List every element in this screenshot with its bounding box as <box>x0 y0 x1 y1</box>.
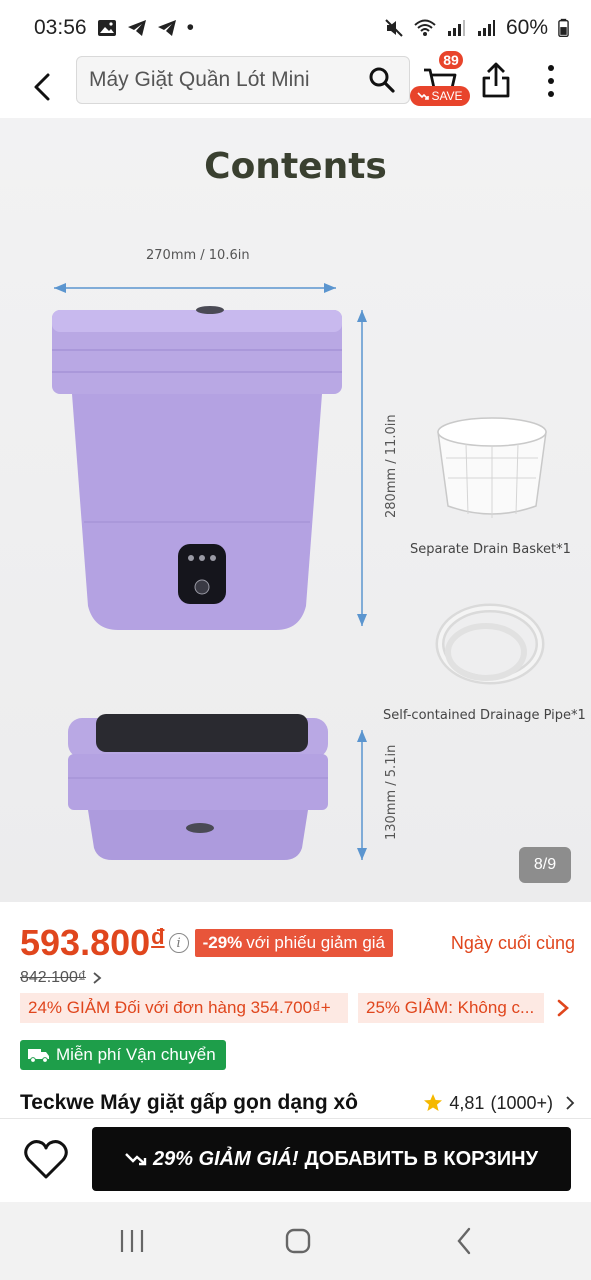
telegram-icon-2 <box>157 20 176 36</box>
chevron-right-icon <box>93 972 102 984</box>
recent-apps-icon <box>120 1230 144 1252</box>
signal-icon <box>447 20 465 36</box>
accessory-label-basket: Separate Drain Basket*1 <box>410 542 571 557</box>
system-nav-bar <box>0 1202 591 1280</box>
image-counter: 8/9 <box>519 847 571 883</box>
status-bar: 03:56 • 60% <box>0 0 591 56</box>
more-dot <box>548 91 554 97</box>
original-price-row[interactable]: 842.100₫ <box>20 966 102 990</box>
star-icon <box>424 1094 443 1111</box>
info-icon[interactable]: i <box>168 933 189 953</box>
accessory-label-pipe: Self-contained Drainage Pipe*1 <box>383 708 586 723</box>
rating-value: 4,81 <box>449 1092 485 1113</box>
chevron-right-icon <box>566 1096 575 1110</box>
cart-count-badge: 89 <box>438 50 464 70</box>
nav-back-icon <box>457 1227 471 1255</box>
wishlist-button[interactable] <box>22 1137 70 1181</box>
product-image-carousel[interactable]: Contents 270mm / 10.6in 280mm / 11.0in 1… <box>0 118 591 902</box>
folded-height-dimension-label: 130mm / 5.1in <box>384 744 399 840</box>
gallery-icon <box>97 20 116 36</box>
search-input[interactable]: Máy Giặt Quần Lót Mini <box>76 56 410 104</box>
price-row: 593.800 đ i -29% với phiếu giảm giá Ngày… <box>20 918 575 968</box>
add-to-cart-button[interactable]: 29% GIẢM GIÁ! ДОБАВИТЬ В КОРЗИНУ <box>92 1127 571 1191</box>
chevron-right-icon[interactable] <box>556 998 570 1018</box>
coupon-tag[interactable]: 25% GIẢM: Không c... <box>358 993 544 1023</box>
product-title: Teckwe Máy giặt gấp gọn dạng xô <box>20 1091 358 1114</box>
signal-icon-2 <box>477 20 495 36</box>
back-arrow-icon <box>34 73 50 101</box>
discount-pill: -29% với phiếu giảm giá <box>194 929 394 957</box>
product-title-row[interactable]: Teckwe Máy giặt gấp gọn dạng xô 4,81 (10… <box>20 1088 575 1118</box>
battery-icon <box>558 18 569 37</box>
trend-down-icon <box>125 1153 147 1166</box>
back-button[interactable] <box>22 64 62 110</box>
trend-down-icon <box>417 92 430 100</box>
search-header: Máy Giặt Quần Lót Mini 89 SAVE <box>0 50 591 118</box>
wifi-icon <box>414 19 436 36</box>
status-time: 03:56 <box>34 16 87 39</box>
coupon-tag[interactable]: 24% GIẢM Đối với đơn hàng 354.700₫+ <box>20 993 348 1023</box>
original-price: 842.100₫ <box>20 969 87 986</box>
telegram-icon <box>127 20 146 36</box>
recent-apps-button[interactable] <box>112 1226 152 1256</box>
bottom-action-bar: 29% GIẢM GIÁ! ДОБАВИТЬ В КОРЗИНУ <box>0 1118 591 1202</box>
sale-price: 593.800 <box>20 922 151 963</box>
search-icon[interactable] <box>367 65 397 95</box>
truck-icon <box>28 1049 49 1063</box>
save-label: SAVE <box>431 89 463 103</box>
product-illustration <box>52 283 547 860</box>
more-dot <box>548 65 554 71</box>
search-query: Máy Giặt Quần Lót Mini <box>89 68 310 91</box>
last-day-label: Ngày cuối cùng <box>450 932 575 953</box>
price-currency: đ <box>151 924 165 949</box>
more-dot <box>548 78 554 84</box>
home-button[interactable] <box>278 1226 318 1256</box>
more-options-button[interactable] <box>536 60 566 102</box>
shipping-label: Miễn phí Vận chuyển <box>56 1045 216 1064</box>
height-dimension-label: 280mm / 11.0in <box>384 414 399 518</box>
share-icon <box>482 62 510 98</box>
discount-text: với phiếu giảm giá <box>246 933 386 952</box>
discount-percent: -29% <box>202 933 243 952</box>
battery-percent: 60% <box>505 16 548 39</box>
cart-button[interactable]: 89 SAVE <box>410 50 472 112</box>
free-shipping-badge: Miễn phí Vận chuyển <box>20 1040 226 1070</box>
nav-back-button[interactable] <box>444 1226 484 1256</box>
save-badge: SAVE <box>410 86 470 106</box>
heart-icon <box>24 1140 68 1179</box>
share-button[interactable] <box>478 60 514 102</box>
cta-promo: 29% GIẢM GIÁ! <box>152 1147 299 1170</box>
coupon-row: 24% GIẢM Đối với đơn hàng 354.700₫+ 25% … <box>20 992 580 1024</box>
rating-summary[interactable]: 4,81 (1000+) <box>423 1093 575 1114</box>
cta-label: ДОБАВИТЬ В КОРЗИНУ <box>304 1147 539 1170</box>
home-icon <box>285 1228 311 1254</box>
width-dimension-label: 270mm / 10.6in <box>146 248 250 263</box>
mute-icon <box>385 19 403 37</box>
review-count: (1000+) <box>490 1092 553 1113</box>
status-dot: • <box>186 16 194 39</box>
